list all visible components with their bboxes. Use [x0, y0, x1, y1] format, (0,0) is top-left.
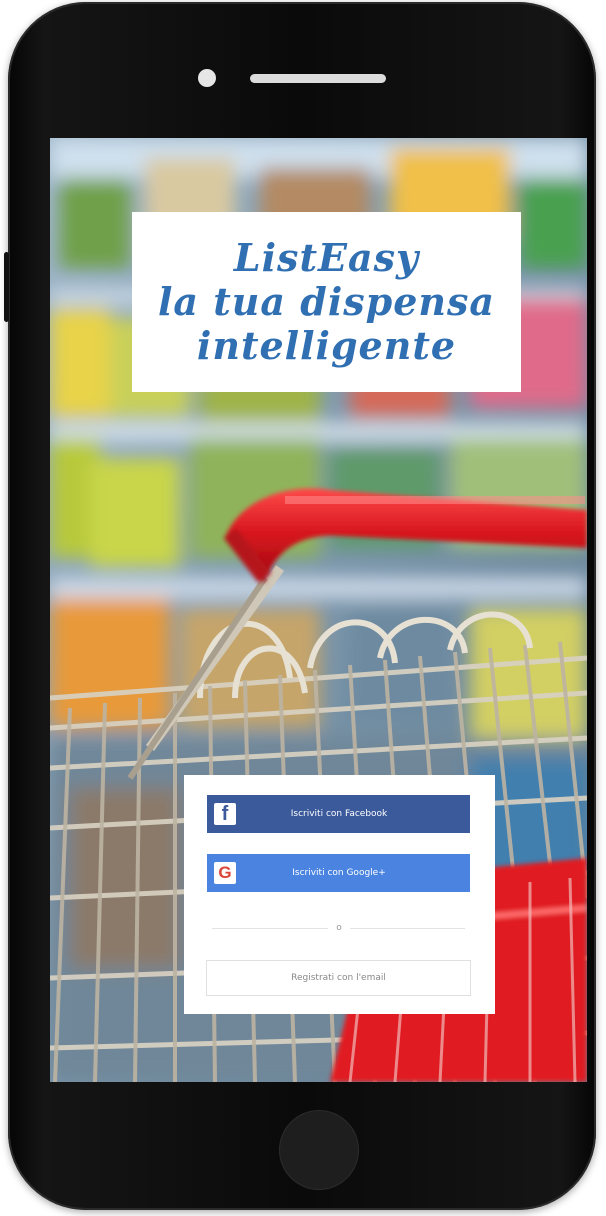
volume-button	[4, 252, 9, 322]
phone-frame: ListEasy la tua dispensa intelligente f …	[4, 2, 596, 1210]
google-signup-button[interactable]: G Iscriviti con Google+	[207, 854, 470, 892]
earpiece-speaker	[250, 74, 386, 83]
signup-card: f Iscriviti con Facebook G Iscriviti con…	[184, 775, 495, 1014]
app-tagline-line-1: la tua dispensa	[157, 279, 496, 324]
email-signup-button[interactable]: Registrati con l'email	[206, 960, 471, 996]
app-tagline-line-2: intelligente	[196, 323, 457, 368]
app-title-card: ListEasy la tua dispensa intelligente	[132, 212, 521, 392]
divider-or-text: o	[328, 919, 350, 937]
front-camera	[198, 69, 216, 87]
app-name: ListEasy	[233, 235, 420, 280]
home-button[interactable]	[280, 1111, 358, 1189]
facebook-signup-label: Iscriviti con Facebook	[290, 809, 388, 819]
google-signup-label: Iscriviti con Google+	[292, 868, 386, 878]
app-screen: ListEasy la tua dispensa intelligente f …	[50, 138, 587, 1082]
google-icon: G	[214, 862, 236, 884]
facebook-signup-button[interactable]: f Iscriviti con Facebook	[207, 795, 470, 833]
facebook-icon: f	[214, 803, 236, 825]
